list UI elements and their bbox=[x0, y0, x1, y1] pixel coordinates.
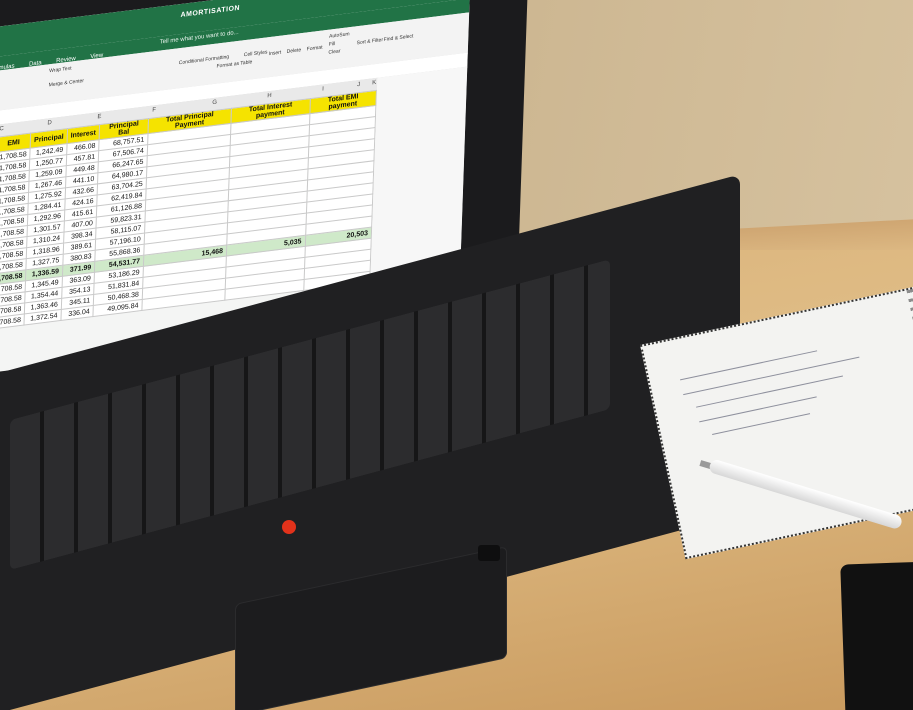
handwriting-line bbox=[699, 396, 817, 423]
column-header-h[interactable]: H bbox=[267, 93, 272, 100]
smartphone bbox=[840, 561, 913, 710]
column-header-g[interactable]: G bbox=[212, 100, 217, 107]
wrap-text-button[interactable]: Wrap Text bbox=[49, 66, 72, 75]
clear-button[interactable]: Clear bbox=[328, 48, 340, 56]
merge-center-button[interactable]: Merge & Center bbox=[49, 78, 84, 88]
delete-button[interactable]: Delete bbox=[287, 47, 302, 55]
column-header-d[interactable]: D bbox=[47, 120, 52, 127]
column-header-j[interactable]: J bbox=[357, 82, 360, 88]
trackpoint[interactable] bbox=[282, 520, 296, 534]
format-button[interactable]: Format bbox=[307, 45, 323, 53]
fill-button[interactable]: Fill bbox=[329, 41, 336, 48]
notebook-spiral bbox=[906, 286, 913, 501]
column-header-e[interactable]: E bbox=[97, 114, 101, 121]
workbook-title: AMORTISATION bbox=[180, 4, 241, 20]
column-header-i[interactable]: I bbox=[322, 86, 324, 92]
find-select-button[interactable]: Find & Select bbox=[384, 33, 414, 43]
column-header-f[interactable]: F bbox=[152, 107, 156, 113]
handwriting-line bbox=[683, 356, 860, 396]
handwriting-line bbox=[696, 375, 843, 408]
fingerprint-reader bbox=[478, 545, 500, 561]
insert-button[interactable]: Insert bbox=[269, 50, 282, 58]
cell-styles-button[interactable]: Cell Styles bbox=[244, 49, 268, 58]
cell-emi[interactable]: 1,708.58 bbox=[0, 313, 25, 330]
photo-scene: AMORTISATION Formulas Data Review View T… bbox=[0, 0, 913, 710]
column-header-k[interactable]: K bbox=[372, 80, 376, 87]
autosum-button[interactable]: AutoSum bbox=[329, 31, 350, 40]
column-header-c[interactable]: C bbox=[0, 126, 4, 133]
sort-filter-button[interactable]: Sort & Filter bbox=[357, 37, 384, 46]
handwriting-line bbox=[680, 350, 818, 381]
